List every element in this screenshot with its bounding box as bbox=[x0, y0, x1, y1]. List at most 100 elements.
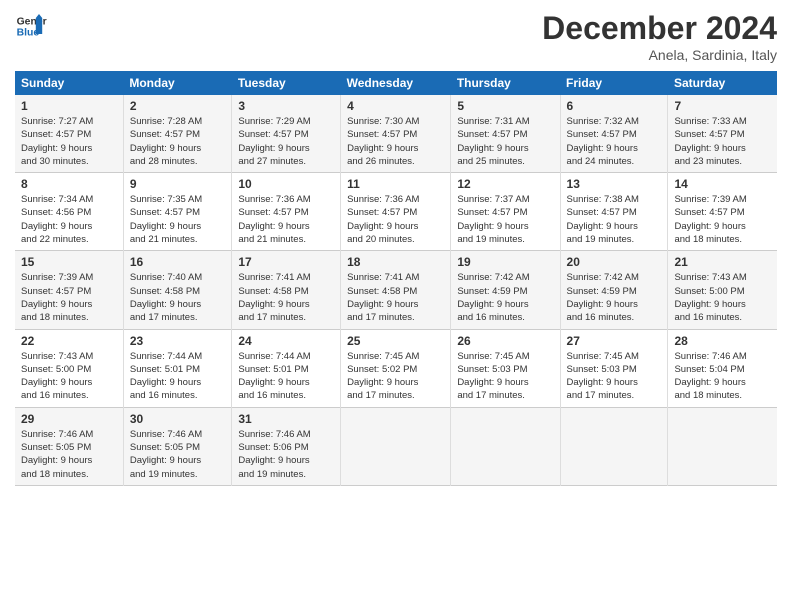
day-info: Sunrise: 7:46 AM Sunset: 5:04 PM Dayligh… bbox=[674, 350, 771, 403]
day-number: 26 bbox=[457, 334, 553, 348]
month-title: December 2024 bbox=[542, 10, 777, 47]
logo-icon: General Blue bbox=[15, 10, 47, 42]
table-row: 8Sunrise: 7:34 AM Sunset: 4:56 PM Daylig… bbox=[15, 173, 777, 251]
day-number: 1 bbox=[21, 99, 117, 113]
day-info: Sunrise: 7:32 AM Sunset: 4:57 PM Dayligh… bbox=[567, 115, 662, 168]
day-info: Sunrise: 7:31 AM Sunset: 4:57 PM Dayligh… bbox=[457, 115, 553, 168]
table-cell: 8Sunrise: 7:34 AM Sunset: 4:56 PM Daylig… bbox=[15, 173, 123, 251]
day-number: 23 bbox=[130, 334, 226, 348]
table-cell bbox=[341, 407, 451, 485]
table-cell: 28 Sunrise: 7:46 AM Sunset: 5:04 PM Dayli… bbox=[668, 329, 777, 407]
table-cell: 9Sunrise: 7:35 AM Sunset: 4:57 PM Daylig… bbox=[123, 173, 232, 251]
table-cell: 26 Sunrise: 7:45 AM Sunset: 5:03 PM Dayli… bbox=[451, 329, 560, 407]
table-cell: 22Sunrise: 7:43 AM Sunset: 5:00 PM Dayli… bbox=[15, 329, 123, 407]
table-cell: 31 Sunrise: 7:46 AM Sunset: 5:06 PM Dayli… bbox=[232, 407, 341, 485]
col-saturday: Saturday bbox=[668, 71, 777, 95]
table-cell: 11Sunrise: 7:36 AM Sunset: 4:57 PM Dayli… bbox=[341, 173, 451, 251]
day-number: 15 bbox=[21, 255, 117, 269]
day-info: Sunrise: 7:33 AM Sunset: 4:57 PM Dayligh… bbox=[674, 115, 771, 168]
day-info: Sunrise: 7:38 AM Sunset: 4:57 PM Dayligh… bbox=[567, 193, 662, 246]
table-row: 29 Sunrise: 7:46 AM Sunset: 5:05 PM Dayli… bbox=[15, 407, 777, 485]
table-cell: 5 Sunrise: 7:31 AM Sunset: 4:57 PM Daylig… bbox=[451, 95, 560, 173]
day-info: Sunrise: 7:44 AM Sunset: 5:01 PM Dayligh… bbox=[238, 350, 334, 403]
day-info: Sunrise: 7:30 AM Sunset: 4:57 PM Dayligh… bbox=[347, 115, 444, 168]
day-number: 24 bbox=[238, 334, 334, 348]
table-cell bbox=[560, 407, 668, 485]
table-cell: 6Sunrise: 7:32 AM Sunset: 4:57 PM Daylig… bbox=[560, 95, 668, 173]
day-number: 21 bbox=[674, 255, 771, 269]
table-cell: 19 Sunrise: 7:42 AM Sunset: 4:59 PM Dayli… bbox=[451, 251, 560, 329]
table-cell: 10Sunrise: 7:36 AM Sunset: 4:57 PM Dayli… bbox=[232, 173, 341, 251]
day-number: 28 bbox=[674, 334, 771, 348]
col-thursday: Thursday bbox=[451, 71, 560, 95]
day-info: Sunrise: 7:45 AM Sunset: 5:03 PM Dayligh… bbox=[567, 350, 662, 403]
table-cell: 14 Sunrise: 7:39 AM Sunset: 4:57 PM Dayli… bbox=[668, 173, 777, 251]
day-info: Sunrise: 7:39 AM Sunset: 4:57 PM Dayligh… bbox=[21, 271, 117, 324]
table-cell: 12 Sunrise: 7:37 AM Sunset: 4:57 PM Dayli… bbox=[451, 173, 560, 251]
table-cell: 15 Sunrise: 7:39 AM Sunset: 4:57 PM Dayli… bbox=[15, 251, 123, 329]
day-info: Sunrise: 7:45 AM Sunset: 5:02 PM Dayligh… bbox=[347, 350, 444, 403]
logo: General Blue bbox=[15, 10, 47, 42]
table-cell: 1 Sunrise: 7:27 AM Sunset: 4:57 PM Daylig… bbox=[15, 95, 123, 173]
day-number: 20 bbox=[567, 255, 662, 269]
day-info: Sunrise: 7:43 AM Sunset: 5:00 PM Dayligh… bbox=[674, 271, 771, 324]
day-number: 27 bbox=[567, 334, 662, 348]
day-info: Sunrise: 7:46 AM Sunset: 5:05 PM Dayligh… bbox=[21, 428, 117, 481]
day-info: Sunrise: 7:37 AM Sunset: 4:57 PM Dayligh… bbox=[457, 193, 553, 246]
day-info: Sunrise: 7:27 AM Sunset: 4:57 PM Dayligh… bbox=[21, 115, 117, 168]
table-cell: 27 Sunrise: 7:45 AM Sunset: 5:03 PM Dayli… bbox=[560, 329, 668, 407]
day-info: Sunrise: 7:36 AM Sunset: 4:57 PM Dayligh… bbox=[238, 193, 334, 246]
day-number: 29 bbox=[21, 412, 117, 426]
calendar-table: Sunday Monday Tuesday Wednesday Thursday… bbox=[15, 71, 777, 486]
table-cell: 29 Sunrise: 7:46 AM Sunset: 5:05 PM Dayli… bbox=[15, 407, 123, 485]
day-info: Sunrise: 7:46 AM Sunset: 5:06 PM Dayligh… bbox=[238, 428, 334, 481]
table-cell: 20Sunrise: 7:42 AM Sunset: 4:59 PM Dayli… bbox=[560, 251, 668, 329]
table-cell bbox=[668, 407, 777, 485]
table-cell: 24 Sunrise: 7:44 AM Sunset: 5:01 PM Dayli… bbox=[232, 329, 341, 407]
day-number: 9 bbox=[130, 177, 226, 191]
day-info: Sunrise: 7:44 AM Sunset: 5:01 PM Dayligh… bbox=[130, 350, 226, 403]
day-number: 4 bbox=[347, 99, 444, 113]
day-number: 25 bbox=[347, 334, 444, 348]
table-cell: 2 Sunrise: 7:28 AM Sunset: 4:57 PM Daylig… bbox=[123, 95, 232, 173]
table-cell: 30 Sunrise: 7:46 AM Sunset: 5:05 PM Dayli… bbox=[123, 407, 232, 485]
day-info: Sunrise: 7:29 AM Sunset: 4:57 PM Dayligh… bbox=[238, 115, 334, 168]
day-number: 17 bbox=[238, 255, 334, 269]
table-cell: 13 Sunrise: 7:38 AM Sunset: 4:57 PM Dayli… bbox=[560, 173, 668, 251]
table-cell: 3 Sunrise: 7:29 AM Sunset: 4:57 PM Daylig… bbox=[232, 95, 341, 173]
day-number: 7 bbox=[674, 99, 771, 113]
day-number: 12 bbox=[457, 177, 553, 191]
table-cell: 25 Sunrise: 7:45 AM Sunset: 5:02 PM Dayli… bbox=[341, 329, 451, 407]
title-section: December 2024 Anela, Sardinia, Italy bbox=[542, 10, 777, 63]
day-number: 11 bbox=[347, 177, 444, 191]
day-number: 2 bbox=[130, 99, 226, 113]
day-number: 5 bbox=[457, 99, 553, 113]
day-number: 13 bbox=[567, 177, 662, 191]
table-cell: 7 Sunrise: 7:33 AM Sunset: 4:57 PM Daylig… bbox=[668, 95, 777, 173]
calendar-container: General Blue December 2024 Anela, Sardin… bbox=[0, 0, 792, 496]
col-tuesday: Tuesday bbox=[232, 71, 341, 95]
table-row: 22Sunrise: 7:43 AM Sunset: 5:00 PM Dayli… bbox=[15, 329, 777, 407]
day-number: 19 bbox=[457, 255, 553, 269]
table-cell: 21 Sunrise: 7:43 AM Sunset: 5:00 PM Dayli… bbox=[668, 251, 777, 329]
table-cell: 23 Sunrise: 7:44 AM Sunset: 5:01 PM Dayli… bbox=[123, 329, 232, 407]
col-wednesday: Wednesday bbox=[341, 71, 451, 95]
day-info: Sunrise: 7:39 AM Sunset: 4:57 PM Dayligh… bbox=[674, 193, 771, 246]
day-info: Sunrise: 7:41 AM Sunset: 4:58 PM Dayligh… bbox=[238, 271, 334, 324]
day-number: 16 bbox=[130, 255, 226, 269]
day-number: 8 bbox=[21, 177, 117, 191]
table-cell: 16 Sunrise: 7:40 AM Sunset: 4:58 PM Dayli… bbox=[123, 251, 232, 329]
table-cell: 17 Sunrise: 7:41 AM Sunset: 4:58 PM Dayli… bbox=[232, 251, 341, 329]
day-info: Sunrise: 7:40 AM Sunset: 4:58 PM Dayligh… bbox=[130, 271, 226, 324]
day-number: 14 bbox=[674, 177, 771, 191]
day-info: Sunrise: 7:46 AM Sunset: 5:05 PM Dayligh… bbox=[130, 428, 226, 481]
day-number: 3 bbox=[238, 99, 334, 113]
col-sunday: Sunday bbox=[15, 71, 123, 95]
day-number: 30 bbox=[130, 412, 226, 426]
day-number: 31 bbox=[238, 412, 334, 426]
location: Anela, Sardinia, Italy bbox=[542, 47, 777, 63]
day-info: Sunrise: 7:42 AM Sunset: 4:59 PM Dayligh… bbox=[457, 271, 553, 324]
day-info: Sunrise: 7:45 AM Sunset: 5:03 PM Dayligh… bbox=[457, 350, 553, 403]
day-info: Sunrise: 7:28 AM Sunset: 4:57 PM Dayligh… bbox=[130, 115, 226, 168]
header-row: Sunday Monday Tuesday Wednesday Thursday… bbox=[15, 71, 777, 95]
